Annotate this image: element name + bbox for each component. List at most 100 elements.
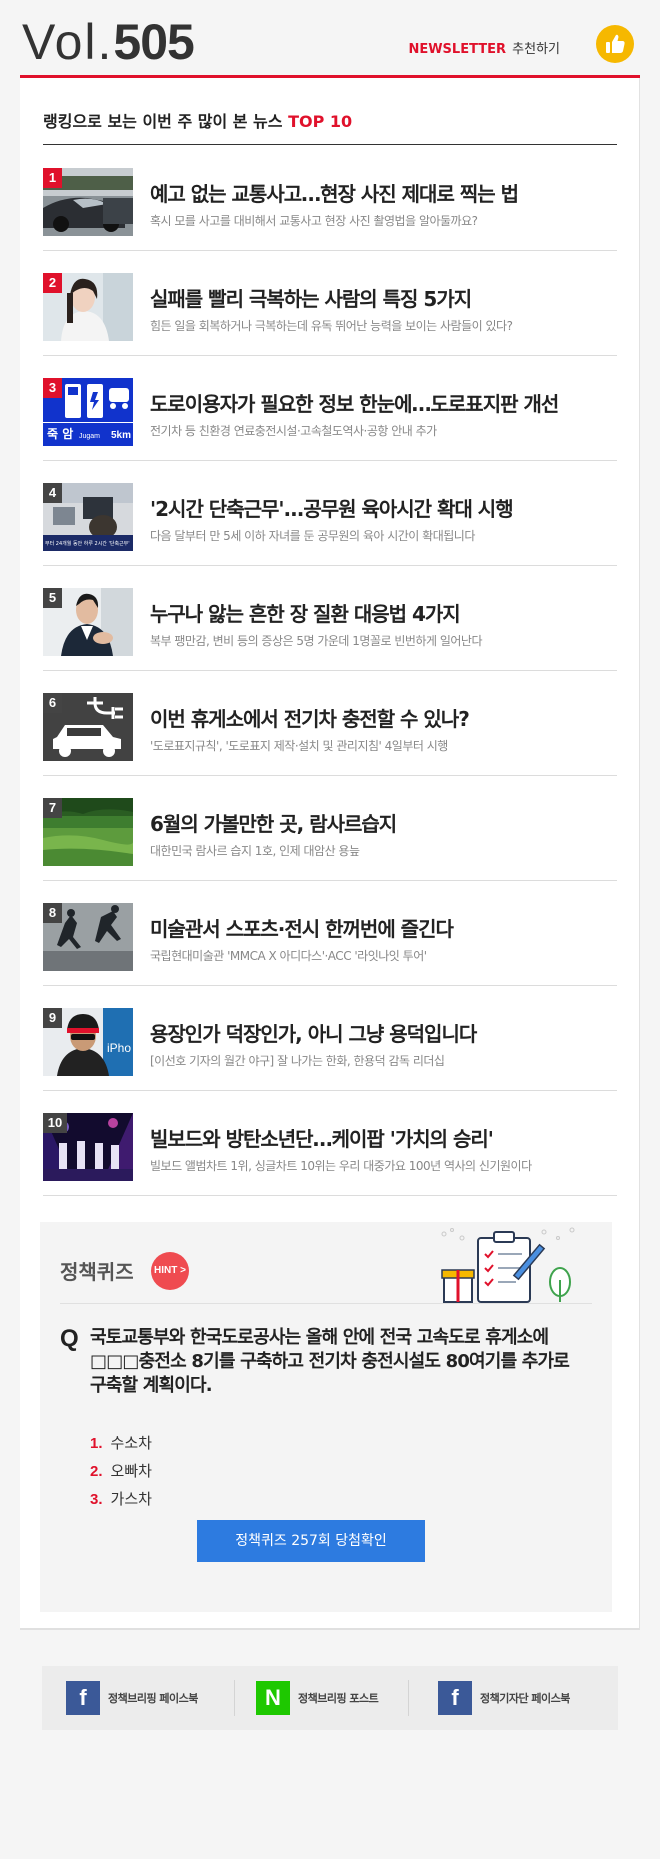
news-title[interactable]: 예고 없는 교통사고…현장 사진 제대로 찍는 법 [150, 178, 519, 207]
news-thumbnail[interactable]: iPho 9 [43, 1008, 133, 1076]
newsletter-brand: NEWSLETTER [408, 42, 507, 57]
facebook-icon: f [438, 1681, 472, 1715]
thumbs-up-icon [606, 34, 625, 53]
thumb-sign-roman: Jugam [79, 433, 100, 440]
quiz-winner-check-button[interactable]: 정책퀴즈 257회 당첨확인 [197, 1520, 425, 1562]
option-label: 오빠차 [110, 1462, 152, 1480]
volume-title: Vol.505 [22, 14, 195, 70]
rank-badge: 3 [43, 378, 62, 398]
sns-label: 정책기자단 페이스북 [480, 1692, 570, 1705]
news-subtitle: 대한민국 람사르 습지 1호, 인제 대암산 용늪 [150, 844, 360, 858]
ranking-title-prefix: 랭킹으로 보는 이번 주 많이 본 뉴스 [43, 112, 289, 131]
facebook-icon: f [66, 1681, 100, 1715]
news-thumbnail[interactable]: 5 [43, 588, 133, 656]
rank-badge: 7 [43, 798, 62, 818]
news-thumbnail[interactable]: 부터 24개월 동안 하루 2시간 '단축근무' 4 [43, 483, 133, 551]
thumb-sign-text: 죽 암 [47, 427, 73, 441]
sns-link-briefing-facebook[interactable]: f 정책브리핑 페이스북 [66, 1680, 198, 1716]
news-item[interactable]: 6 이번 휴게소에서 전기차 충전할 수 있나? '도로표지규칙', '도로표지… [43, 671, 617, 776]
news-title[interactable]: 도로이용자가 필요한 정보 한눈에…도로표지판 개선 [150, 388, 559, 417]
news-title[interactable]: 미술관서 스포츠·전시 한꺼번에 즐긴다 [150, 913, 454, 942]
news-list: 1 예고 없는 교통사고…현장 사진 제대로 찍는 법 혹시 모를 사고를 대비… [43, 146, 617, 1196]
news-title[interactable]: 용장인가 덕장인가, 아니 그냥 용덕입니다 [150, 1018, 477, 1047]
question-mark-icon: Q [60, 1325, 79, 1352]
sns-link-reporters-facebook[interactable]: f 정책기자단 페이스북 [438, 1680, 570, 1716]
sns-link-briefing-post[interactable]: N 정책브리핑 포스트 [256, 1680, 379, 1716]
newsletter-recommend-link[interactable]: NEWSLETTER 추천하기 [408, 38, 560, 57]
rank-badge: 2 [43, 273, 62, 293]
thumb-caption-text: iPho [107, 1041, 131, 1055]
thumbs-up-button[interactable] [596, 25, 634, 63]
sns-label: 정책브리핑 페이스북 [108, 1692, 198, 1705]
news-thumbnail[interactable]: 8 [43, 903, 133, 971]
news-item[interactable]: 2 실패를 빨리 극복하는 사람의 특징 5가지 힘든 일을 회복하거나 극복하… [43, 251, 617, 356]
quiz-option[interactable]: 3. 가스차 [90, 1488, 152, 1516]
quiz-option[interactable]: 2. 오빠차 [90, 1460, 152, 1488]
news-title[interactable]: 이번 휴게소에서 전기차 충전할 수 있나? [150, 703, 470, 732]
news-thumbnail[interactable]: 1 [43, 168, 133, 236]
news-thumbnail[interactable]: 10 [43, 1113, 133, 1181]
checklist-illustration [441, 1227, 575, 1303]
news-thumbnail[interactable]: 7 [43, 798, 133, 866]
news-item[interactable]: 부터 24개월 동안 하루 2시간 '단축근무' 4 '2시간 단축근무'...… [43, 461, 617, 566]
news-subtitle: [이선호 기자의 월간 야구] 잘 나가는 한화, 한용덕 감독 리더십 [150, 1054, 445, 1068]
sns-footer: f 정책브리핑 페이스북 N 정책브리핑 포스트 f 정책기자단 페이스북 [42, 1666, 618, 1730]
news-subtitle: 힘든 일을 회복하거나 극복하는데 유독 뛰어난 능력을 보이는 사람들이 있다… [150, 319, 513, 333]
quiz-options: 1. 수소차 2. 오빠차 3. 가스차 [90, 1432, 152, 1516]
news-item[interactable]: 8 미술관서 스포츠·전시 한꺼번에 즐긴다 국립현대미술관 'MMCA X 아… [43, 881, 617, 986]
option-number: 2. [90, 1463, 103, 1480]
rank-badge: 10 [43, 1113, 67, 1133]
naver-post-icon: N [256, 1681, 290, 1715]
newsletter-card: 랭킹으로 보는 이번 주 많이 본 뉴스 TOP 10 1 예고 없는 교통사고… [20, 78, 640, 1630]
news-subtitle: 전기차 등 친환경 연료충전시설·고속철도역사·공항 안내 추가 [150, 424, 437, 438]
option-number: 3. [90, 1491, 103, 1508]
thumb-caption-text: 부터 24개월 동안 하루 2시간 '단축근무' [45, 540, 130, 547]
quiz-rule [60, 1303, 592, 1304]
footer-divider [234, 1680, 235, 1716]
news-item[interactable]: 10 빌보드와 방탄소년단…케이팝 '가치의 승리' 빌보드 앨범차트 1위, … [43, 1091, 617, 1196]
newsletter-header: Vol.505 NEWSLETTER 추천하기 [20, 0, 640, 78]
ranking-title: 랭킹으로 보는 이번 주 많이 본 뉴스 TOP 10 [43, 108, 352, 132]
rank-badge: 4 [43, 483, 62, 503]
news-subtitle: 혹시 모를 사고를 대비해서 교통사고 현장 사진 촬영법을 알아둘까요? [150, 214, 478, 228]
news-item[interactable]: 1 예고 없는 교통사고…현장 사진 제대로 찍는 법 혹시 모를 사고를 대비… [43, 146, 617, 251]
rank-badge: 9 [43, 1008, 62, 1028]
recommend-label: 추천하기 [512, 42, 560, 57]
news-subtitle: 다음 달부터 만 5세 이하 자녀를 둔 공무원의 육아 시간이 확대됩니다 [150, 529, 475, 543]
quiz-option[interactable]: 1. 수소차 [90, 1432, 152, 1460]
rank-badge: 6 [43, 693, 62, 713]
news-title[interactable]: 6월의 가볼만한 곳, 람사르습지 [150, 808, 397, 837]
news-subtitle: '도로표지규칙', '도로표지 제작·설치 및 관리지침' 4일부터 시행 [150, 739, 448, 753]
option-label: 가스차 [110, 1490, 152, 1508]
sns-label: 정책브리핑 포스트 [298, 1692, 379, 1705]
news-title[interactable]: 실패를 빨리 극복하는 사람의 특징 5가지 [150, 283, 472, 312]
option-number: 1. [90, 1435, 103, 1452]
rank-badge: 1 [43, 168, 62, 188]
news-item[interactable]: 5 누구나 앓는 흔한 장 질환 대응법 4가지 복부 팽만감, 변비 등의 증… [43, 566, 617, 671]
thumb-sign-distance: 5km [111, 430, 131, 441]
quiz-question: 국토교통부와 한국도로공사는 올해 안에 전국 고속도로 휴게소에 □□□충전소… [90, 1327, 570, 1396]
option-label: 수소차 [110, 1434, 152, 1452]
news-item[interactable]: 7 6월의 가볼만한 곳, 람사르습지 대한민국 람사르 습지 1호, 인제 대… [43, 776, 617, 881]
hint-button[interactable]: HINT > [151, 1252, 189, 1290]
rank-badge: 8 [43, 903, 62, 923]
news-thumbnail[interactable]: 6 [43, 693, 133, 761]
policy-quiz: 정책퀴즈 HINT > Q 국토교통부와 한국도로공사는 올해 안에 전국 고속… [40, 1222, 612, 1612]
news-subtitle: 국립현대미술관 'MMCA X 아디다스'·ACC '라잇나잇 투어' [150, 949, 427, 963]
news-title[interactable]: 빌보드와 방탄소년단…케이팝 '가치의 승리' [150, 1123, 494, 1152]
volume-label: Vol. [22, 14, 114, 70]
news-item[interactable]: iPho 9 용장인가 덕장인가, 아니 그냥 용덕입니다 [이선호 기자의 월… [43, 986, 617, 1091]
news-thumbnail[interactable]: 2 [43, 273, 133, 341]
volume-number: 505 [113, 14, 194, 70]
news-item[interactable]: 죽 암 Jugam 5km 3 도로이용자가 필요한 정보 한눈에…도로표지판 … [43, 356, 617, 461]
rank-badge: 5 [43, 588, 62, 608]
quiz-title: 정책퀴즈 [60, 1260, 134, 1284]
news-subtitle: 복부 팽만감, 변비 등의 증상은 5명 가운데 1명꼴로 빈번하게 일어난다 [150, 634, 483, 648]
footer-divider [408, 1680, 409, 1716]
ranking-rule [43, 144, 617, 145]
news-title[interactable]: 누구나 앓는 흔한 장 질환 대응법 4가지 [150, 598, 461, 627]
news-subtitle: 빌보드 앨범차트 1위, 싱글차트 10위는 우리 대중가요 100년 역사의 … [150, 1159, 532, 1173]
news-title[interactable]: '2시간 단축근무'...공무원 육아시간 확대 시행 [150, 493, 514, 522]
news-thumbnail[interactable]: 죽 암 Jugam 5km 3 [43, 378, 133, 446]
ranking-title-accent: TOP 10 [288, 112, 353, 131]
